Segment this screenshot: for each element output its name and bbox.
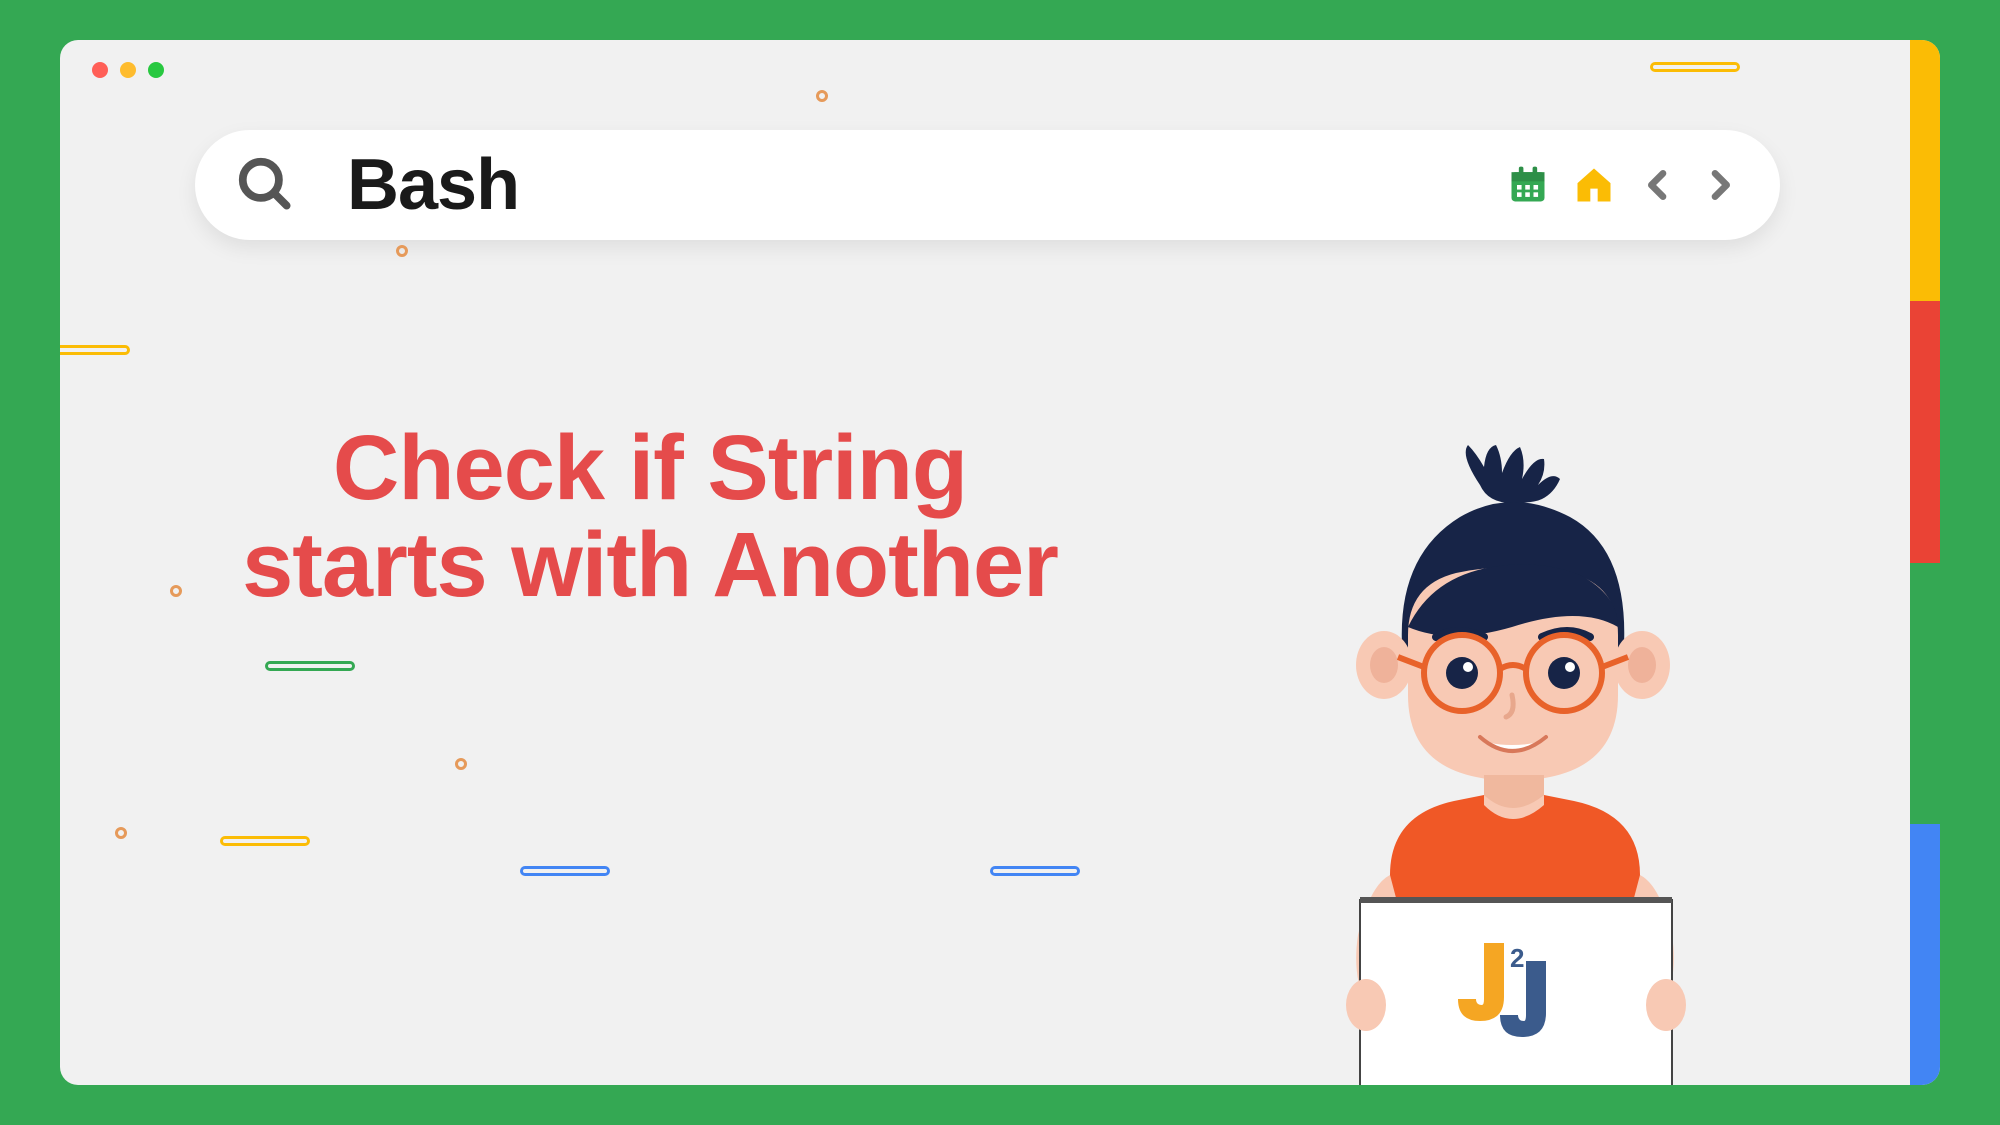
deco-dot [115,827,127,839]
search-icon [235,154,297,216]
deco-dot [455,758,467,770]
side-color-tabs [1910,40,1940,1085]
page-title: Check if String starts with Another [240,420,1060,613]
deco-dot [170,585,182,597]
toolbar-icons [1506,163,1740,207]
calendar-icon[interactable] [1506,163,1550,207]
side-tab-yellow [1910,40,1940,301]
side-tab-blue [1910,824,1940,1085]
deco-dot [396,245,408,257]
minimize-dot[interactable] [120,62,136,78]
deco-pill [265,661,355,671]
close-dot[interactable] [92,62,108,78]
chevron-right-icon[interactable] [1700,163,1740,207]
maximize-dot[interactable] [148,62,164,78]
side-tab-green [1910,563,1940,824]
deco-dot [816,90,828,102]
deco-pill [520,866,610,876]
deco-pill [60,345,130,355]
svg-text:2: 2 [1510,943,1524,973]
chevron-left-icon[interactable] [1638,163,1678,207]
home-icon[interactable] [1572,163,1616,207]
deco-pill [220,836,310,846]
window-controls [92,62,164,78]
browser-window: Bash [60,40,1940,1085]
deco-pill [990,866,1080,876]
search-bar[interactable]: Bash [195,130,1780,240]
deco-pill [1650,62,1740,72]
side-tab-red [1910,301,1940,562]
person-illustration: 2 [1280,445,1760,1085]
search-query: Bash [347,144,1506,226]
